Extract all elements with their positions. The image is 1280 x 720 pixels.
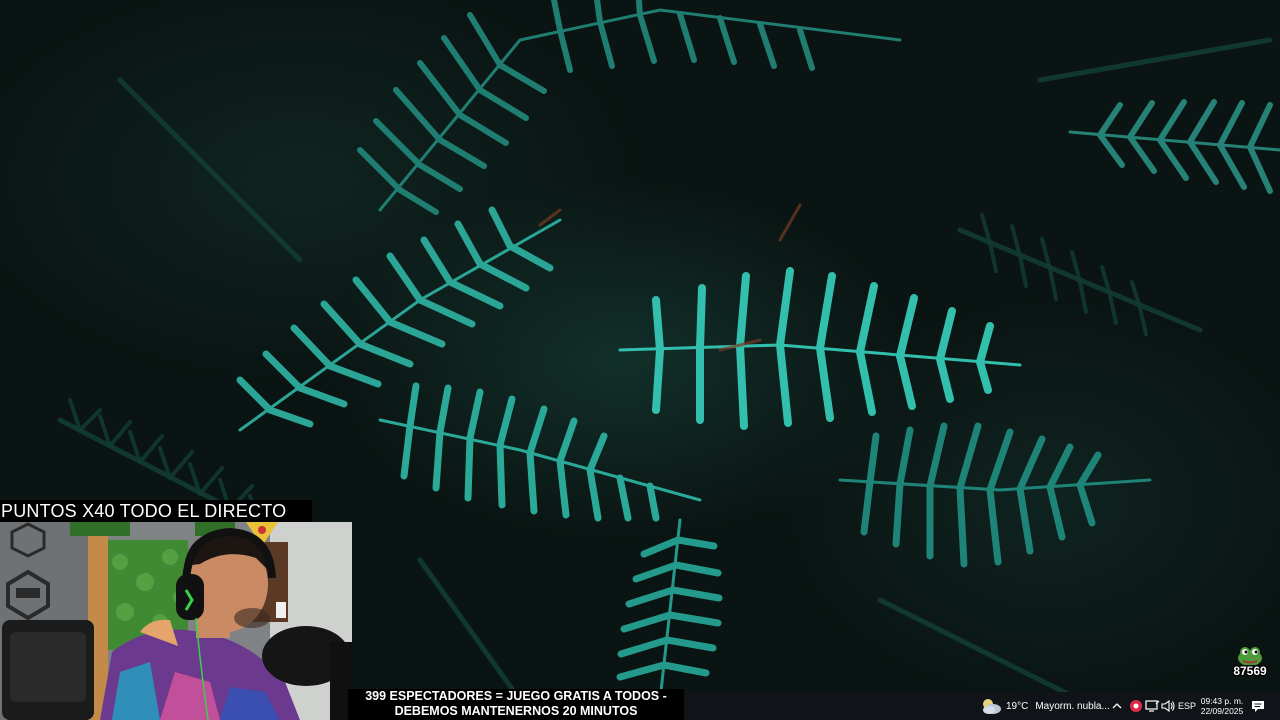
volume-icon [1161, 699, 1175, 713]
notification-icon [1252, 701, 1264, 712]
streamer-webcam [0, 522, 352, 720]
notification-center-button[interactable] [1250, 692, 1266, 720]
pepe-frog-icon [1238, 647, 1262, 665]
input-language-indicator[interactable]: ESP [1178, 692, 1196, 720]
viewer-goal-line-2: DEBEMOS MANTENERNOS 20 MINUTOS [394, 704, 638, 718]
viewer-goal-line-1: 399 ESPECTADORES = JUEGO GRATIS A TODOS … [365, 689, 667, 703]
network-icon [1145, 700, 1160, 712]
taskbar-clock[interactable]: 09:43 p. m. 22/09/2025 [1198, 692, 1246, 720]
clock-time: 09:43 p. m. [1200, 696, 1244, 706]
points-multiplier-banner: PUNTOS X40 TODO EL DIRECTO [0, 500, 312, 522]
taskbar: 19°C Mayorm. nubla... ESP 09:43 p. m. 22… [684, 692, 1280, 720]
record-icon [1130, 700, 1142, 712]
tray-record-indicator[interactable] [1128, 692, 1144, 720]
tray-volume[interactable] [1160, 692, 1176, 720]
chevron-up-icon [1112, 703, 1122, 709]
show-hidden-icons-button[interactable] [1112, 692, 1122, 720]
webcam-feed-image [0, 522, 352, 720]
channel-points-count: 87569 [1233, 664, 1267, 678]
weather-temperature: 19°C [1006, 700, 1029, 712]
channel-points-counter: 87569 [1228, 645, 1272, 681]
weather-description: Mayorm. nubla... [1035, 700, 1110, 712]
viewer-goal-banner: 399 ESPECTADORES = JUEGO GRATIS A TODOS … [348, 689, 684, 720]
cloudy-moon-icon [983, 699, 1001, 714]
tray-network[interactable] [1144, 692, 1160, 720]
weather-widget[interactable]: 19°C Mayorm. nubla... [980, 692, 1110, 720]
clock-date: 22/09/2025 [1200, 706, 1244, 716]
